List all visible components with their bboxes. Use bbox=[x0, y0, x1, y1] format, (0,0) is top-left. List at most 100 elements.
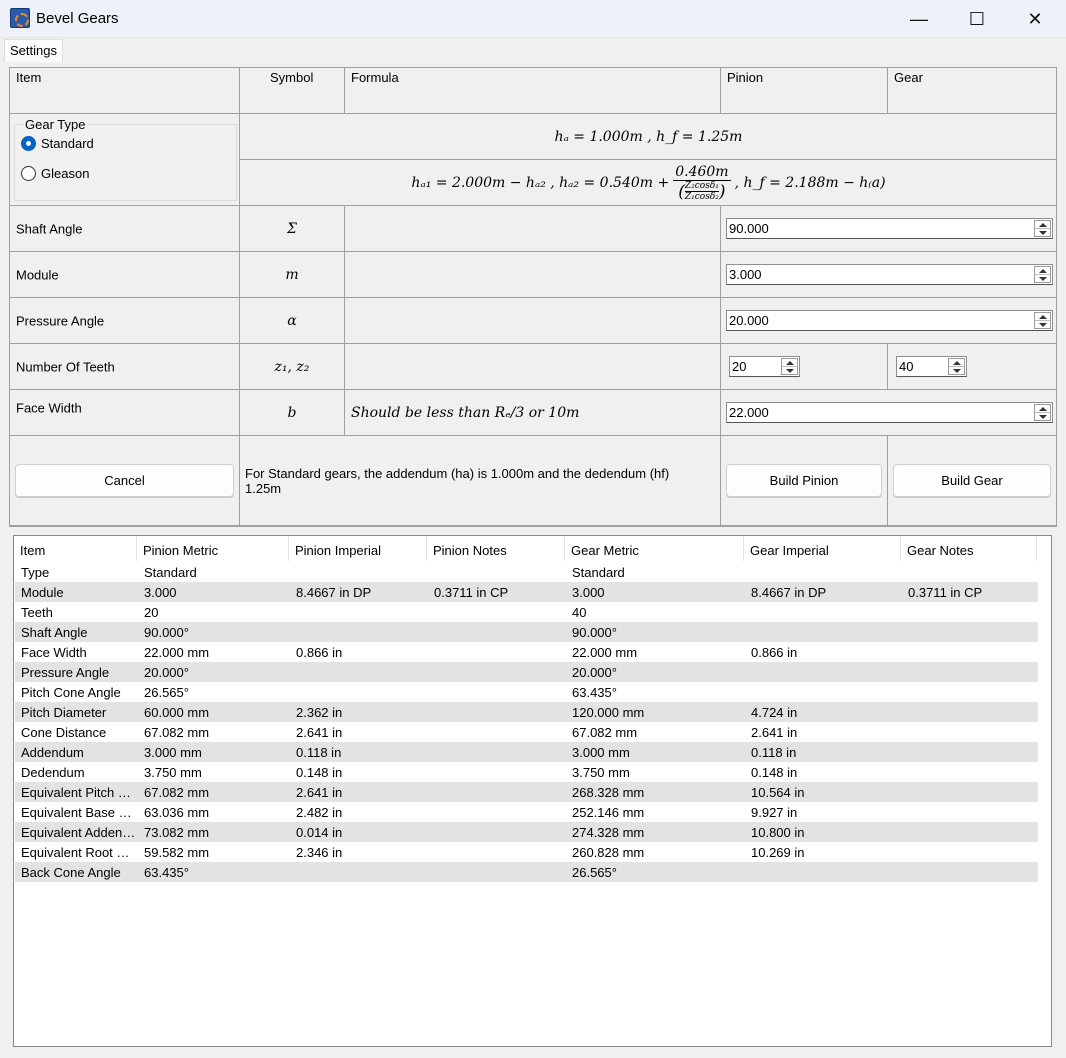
face-width-symbol-cell: b bbox=[240, 390, 345, 436]
gleason-option[interactable]: Gleason bbox=[21, 166, 89, 181]
face-width-down-button[interactable] bbox=[1035, 413, 1050, 421]
standard-formula: hₐ = 1.000m , h_f = 1.25m bbox=[554, 128, 743, 145]
module-spinbox[interactable]: 3.000 bbox=[726, 264, 1053, 285]
cell-pinion-imperial: 0.866 in bbox=[296, 645, 343, 660]
table-row[interactable]: Teeth 20 40 bbox=[15, 602, 1038, 622]
table-row[interactable]: Pressure Angle 20.000° 20.000° bbox=[15, 662, 1038, 682]
pressure-angle-spin-buttons bbox=[1034, 312, 1051, 329]
module-down-button[interactable] bbox=[1035, 275, 1050, 283]
column-header-pinion-notes[interactable]: Pinion Notes bbox=[427, 536, 565, 561]
arrow-down-icon bbox=[1038, 415, 1047, 419]
table-row[interactable]: Equivalent Addendum Diameter 73.082 mm 0.0… bbox=[15, 822, 1038, 842]
cell-pinion-metric: 90.000° bbox=[144, 625, 189, 640]
gleason-radio[interactable] bbox=[21, 166, 36, 181]
minimize-button[interactable]: — bbox=[890, 0, 948, 38]
cell-gear-metric: 40 bbox=[572, 605, 587, 620]
standard-radio[interactable] bbox=[21, 136, 36, 151]
shaft-angle-down-button[interactable] bbox=[1035, 229, 1050, 237]
module-value-cell: 3.000 bbox=[721, 252, 1057, 298]
cell-gear-imperial: 2.641 in bbox=[751, 725, 798, 740]
table-row[interactable]: Pitch Diameter 60.000 mm 2.362 in 120.000 m… bbox=[15, 702, 1038, 722]
gear-type-group: Gear Type Standard Gleason bbox=[14, 117, 237, 201]
header-symbol: Symbol bbox=[270, 70, 314, 85]
gleason-formula-cell: hₐ₁ = 2.000m − hₐ₂ , hₐ₂ = 0.540m + 0.46… bbox=[240, 160, 1057, 206]
column-header-gear-imperial[interactable]: Gear Imperial bbox=[744, 536, 901, 561]
cell-item: Pitch Cone Angle bbox=[21, 685, 121, 700]
table-row[interactable]: Dedendum 3.750 mm 0.148 in 3.750 mm 0.148 in bbox=[15, 762, 1038, 782]
maximize-button[interactable]: ☐ bbox=[948, 0, 1006, 38]
pinion-teeth-up-button[interactable] bbox=[782, 359, 797, 367]
table-row[interactable]: Module 3.000 8.4667 in DP 0.3711 in CP 3.000… bbox=[15, 582, 1038, 602]
cell-gear-imperial: 8.4667 in DP bbox=[751, 585, 827, 600]
shaft-angle-spinbox[interactable]: 90.000 bbox=[726, 218, 1053, 239]
den-denominator: Z₁cosδ₂ bbox=[684, 192, 719, 202]
cell-item: Face Width bbox=[21, 645, 87, 660]
settings-menu[interactable]: Settings bbox=[4, 39, 63, 62]
cell-pinion-metric: 67.082 mm bbox=[144, 725, 210, 740]
face-width-formula: Should be less than Rₑ/3 or 10m bbox=[351, 404, 580, 421]
face-width-up-button[interactable] bbox=[1035, 405, 1050, 413]
cancel-cell: Cancel bbox=[10, 436, 240, 526]
close-button[interactable]: ✕ bbox=[1006, 0, 1064, 38]
module-label: Module bbox=[16, 267, 59, 282]
pressure-angle-formula-cell bbox=[345, 298, 721, 344]
gleason-formula-right: , h_f = 2.188m − h₍a) bbox=[734, 175, 886, 191]
cell-item: Module bbox=[21, 585, 64, 600]
column-header-gear-metric[interactable]: Gear Metric bbox=[565, 536, 744, 561]
cell-pinion-metric: Standard bbox=[144, 565, 197, 580]
pressure-angle-up-button[interactable] bbox=[1035, 313, 1050, 321]
teeth-symbol: z₁, z₂ bbox=[274, 358, 310, 375]
table-row[interactable]: Type Standard Standard bbox=[15, 562, 1038, 582]
column-header-pinion-metric[interactable]: Pinion Metric bbox=[137, 536, 289, 561]
column-header-pinion-imperial[interactable]: Pinion Imperial bbox=[289, 536, 427, 561]
gear-teeth-spinbox[interactable]: 40 bbox=[896, 356, 967, 377]
cell-item: Equivalent Addendum Diameter bbox=[21, 825, 136, 840]
pressure-angle-symbol: α bbox=[287, 312, 297, 329]
pinion-teeth-spinbox[interactable]: 20 bbox=[729, 356, 800, 377]
gear-teeth-down-button[interactable] bbox=[949, 367, 964, 375]
face-width-spinbox[interactable]: 22.000 bbox=[726, 402, 1053, 423]
cell-pinion-imperial: 2.362 in bbox=[296, 705, 343, 720]
module-up-button[interactable] bbox=[1035, 267, 1050, 275]
cell-pinion-metric: 60.000 mm bbox=[144, 705, 210, 720]
arrow-up-icon bbox=[1038, 222, 1047, 227]
shaft-angle-symbol-cell: Σ bbox=[240, 206, 345, 252]
table-row[interactable]: Pitch Cone Angle 26.565° 63.435° bbox=[15, 682, 1038, 702]
module-formula-cell bbox=[345, 252, 721, 298]
arrow-up-icon bbox=[952, 360, 961, 365]
cell-item: Teeth bbox=[21, 605, 53, 620]
cancel-button[interactable]: Cancel bbox=[15, 464, 234, 497]
results-table[interactable]: Item Pinion Metric Pinion Imperial Pinion N… bbox=[13, 535, 1052, 1047]
face-width-label: Face Width bbox=[16, 400, 82, 416]
column-header-item[interactable]: Item bbox=[14, 536, 137, 561]
standard-option[interactable]: Standard bbox=[21, 136, 94, 151]
pressure-angle-spinbox[interactable]: 20.000 bbox=[726, 310, 1053, 331]
cell-pinion-notes: 0.3711 in CP bbox=[434, 585, 509, 600]
table-row[interactable]: Back Cone Angle 63.435° 26.565° bbox=[15, 862, 1038, 882]
gear-teeth-up-button[interactable] bbox=[949, 359, 964, 367]
column-header-gear-notes[interactable]: Gear Notes bbox=[901, 536, 1037, 561]
table-row[interactable]: Equivalent Root Diameter 59.582 mm 2.346 i… bbox=[15, 842, 1038, 862]
pressure-angle-down-button[interactable] bbox=[1035, 321, 1050, 329]
cell-item: Pressure Angle bbox=[21, 665, 110, 680]
shaft-angle-up-button[interactable] bbox=[1035, 221, 1050, 229]
build-gear-button[interactable]: Build Gear bbox=[893, 464, 1051, 497]
cell-item: Pitch Diameter bbox=[21, 705, 107, 720]
face-width-label-cell: Face Width bbox=[10, 390, 240, 436]
pinion-teeth-down-button[interactable] bbox=[782, 367, 797, 375]
gear-teeth-spin-buttons bbox=[948, 358, 965, 375]
cell-gear-metric: 26.565° bbox=[572, 865, 617, 880]
table-row[interactable]: Equivalent Pitch Diameter 67.082 mm 2.641 … bbox=[15, 782, 1038, 802]
table-row[interactable]: Addendum 3.000 mm 0.118 in 3.000 mm 0.118 in bbox=[15, 742, 1038, 762]
teeth-label-cell: Number Of Teeth bbox=[10, 344, 240, 390]
shaft-angle-label: Shaft Angle bbox=[16, 221, 83, 236]
build-pinion-button[interactable]: Build Pinion bbox=[726, 464, 882, 497]
input-grid: Item Symbol Formula Pinion Gear Gear Typ… bbox=[9, 67, 1057, 527]
cell-gear-imperial: 10.800 in bbox=[751, 825, 805, 840]
table-row[interactable]: Equivalent Base Diameter 63.036 mm 2.482 i… bbox=[15, 802, 1038, 822]
table-row[interactable]: Face Width 22.000 mm 0.866 in 22.000 mm 0.86… bbox=[15, 642, 1038, 662]
table-row[interactable]: Shaft Angle 90.000° 90.000° bbox=[15, 622, 1038, 642]
cell-gear-imperial: 0.866 in bbox=[751, 645, 798, 660]
header-pinion: Pinion bbox=[727, 70, 764, 85]
table-row[interactable]: Cone Distance 67.082 mm 2.641 in 67.082 mm 2… bbox=[15, 722, 1038, 742]
